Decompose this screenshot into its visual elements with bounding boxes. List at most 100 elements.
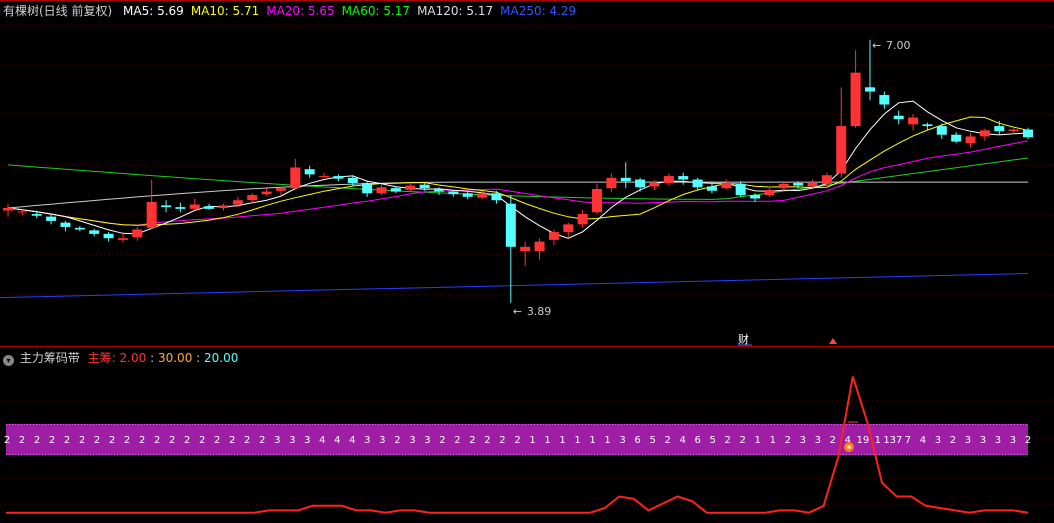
candle-body [893,115,904,120]
candle-body [390,188,401,192]
band-number: 3 [619,435,625,446]
band-number: 3 [304,435,310,446]
band-number: 3 [379,435,385,446]
candle-body [864,87,875,92]
candle-body [319,176,330,178]
band-number: 2 [124,435,130,446]
band-number: 2 [154,435,160,446]
band-number: 1 [589,435,595,446]
band-number: 2 [394,435,400,446]
indicator-ma5[interactable]: MA5: 5.69 [123,4,184,18]
indicator-label: MA10: [190,4,229,18]
band-number: 2 [199,435,205,446]
band-number: 2 [484,435,490,446]
indicator-label: MA120: [417,4,463,18]
indicator-ma250[interactable]: MA250: 4.29 [500,4,576,18]
candle-body [908,117,919,125]
indicator-list: MA5: 5.69 MA10: 5.71 MA20: 5.65 MA60: 5.17 M… [116,4,576,18]
band-number: 2 [785,435,791,446]
candle-body [836,126,847,174]
band-number: 3 [424,435,430,446]
candle-body [3,207,13,211]
candle-body [592,189,603,213]
finance-event-marker: 财 [738,332,749,346]
chart-canvas[interactable]: ← 7.00← 3.89财2 2 2 2 2 2 2 2 2 2 2 2 2 2 2 2 2 2 3 3 3 4 4 4 3 3 2 3 3… [0,0,1054,523]
band-number: 2 [229,435,235,446]
candle-body [692,179,703,188]
band-number: 3 [409,435,415,446]
band-number: 2 [439,435,445,446]
candle-body [462,193,473,197]
candle-body [362,182,373,194]
candle-body [89,230,100,234]
indicator-value: 5.17 [379,4,411,18]
candle-body [965,136,976,144]
band-number: 3 [1010,435,1016,446]
high-arrow: ← [872,39,881,52]
indicator-ma60[interactable]: MA60: 5.17 [342,4,410,18]
chart-window[interactable]: ← 7.00 ← 3.89 财 2 2 2 2 2 2 2 2 2 2 2 2 2 2 2 2 2 2 3 3 3 4 4 4 3 3 2 3 3… [0,0,1054,523]
band-number: 2 [214,435,220,446]
candle-body [706,186,717,191]
band-number: 6 [634,435,640,446]
candle-body [448,191,459,195]
candle-body [721,182,732,189]
indicator-ma20[interactable]: MA20: 5.65 [266,4,334,18]
candle-body [491,193,502,201]
candle-body [347,177,358,183]
candle-body [31,214,42,216]
indicator-label: MA250: [500,4,546,18]
chip-value-2: 30.00 [157,351,193,365]
band-number: 19 [856,435,869,446]
low-arrow: ← [513,305,522,318]
band-number: 1 [770,435,776,446]
candle-body [304,169,315,175]
band-number: 2 [4,435,10,446]
band-number: 3 [800,435,806,446]
candle-body [563,224,574,233]
candle-body [951,134,962,142]
band-number: 2 [664,435,670,446]
band-number: 2 [19,435,25,446]
indicator-value: 5.71 [228,4,260,18]
band-number: 1 [755,435,761,446]
band-number: 4 [920,435,926,446]
sub-panel-title[interactable]: 主力筹码带 [20,351,80,365]
candle-body [433,189,444,192]
band-number: 7 [905,435,911,446]
indicator-ma10[interactable]: MA10: 5.71 [191,4,259,18]
candle-body [376,187,387,194]
candle-body [620,177,631,182]
candle-body [505,203,516,247]
band-number: 137 [883,435,902,446]
indicator-label: MA20: [266,4,305,18]
candle-body [290,167,301,189]
candle-body [161,205,172,208]
collapse-icon[interactable]: ▾ [3,355,14,366]
stock-title[interactable]: 有棵树(日线 前复权) [3,4,112,18]
candle-body [979,130,990,137]
band-number: 3 [364,435,370,446]
band-number: 1 [875,435,881,446]
main-chip-label: 主筹: [87,351,116,365]
candle-body [275,188,286,191]
band-number: 2 [725,435,731,446]
band-number: 6 [694,435,700,446]
indicator-ma120[interactable]: MA120: 5.17 [417,4,493,18]
indicator-label: MA60: [341,4,380,18]
candle-body [663,176,674,183]
band-number: 2 [139,435,145,446]
candle-body [46,216,57,221]
candle-body [635,179,646,188]
indicator-value: 5.17 [462,4,494,18]
band-number: 2 [49,435,55,446]
band-number: 2 [184,435,190,446]
candle-body [649,182,660,187]
candle-body [232,200,243,205]
candle-body [132,229,143,238]
candle-body [750,195,761,199]
band-number: 1 [529,435,535,446]
candle-body [419,184,430,189]
band-number: 2 [830,435,836,446]
band-number: 3 [815,435,821,446]
